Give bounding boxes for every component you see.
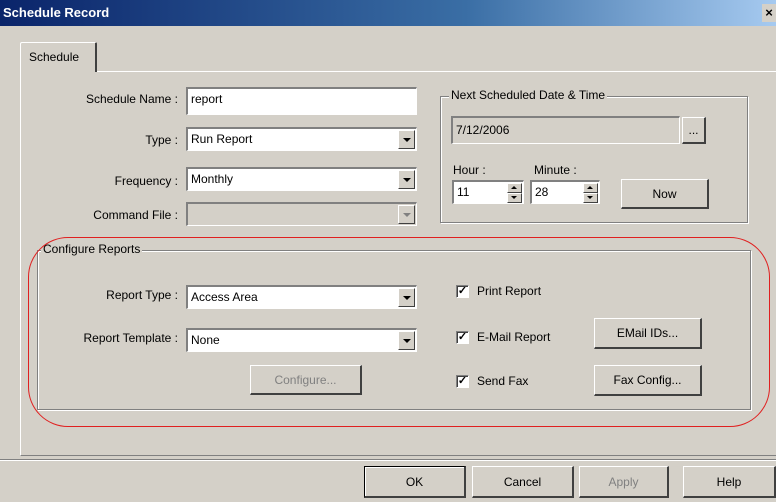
configure-button: Configure... xyxy=(250,365,362,395)
email-ids-button[interactable]: EMail IDs... xyxy=(594,318,702,349)
command-file-dropdown xyxy=(186,202,417,226)
type-dropdown[interactable]: Run Report xyxy=(186,127,417,151)
command-file-label: Command File : xyxy=(93,208,178,222)
date-picker-button[interactable]: ... xyxy=(682,117,706,144)
window-title: Schedule Record xyxy=(3,5,110,20)
hour-spinner[interactable] xyxy=(507,183,522,203)
report-type-value: Access Area xyxy=(191,290,258,304)
report-template-label: Report Template : xyxy=(83,331,179,345)
chevron-down-icon[interactable] xyxy=(398,288,415,307)
minute-stepper[interactable]: 28 xyxy=(530,180,600,204)
apply-button: Apply xyxy=(579,466,669,498)
next-date-field: 7/12/2006 xyxy=(451,116,680,144)
print-report-checkbox[interactable]: ✓ Print Report xyxy=(456,284,541,298)
title-bar: Schedule Record × xyxy=(0,0,776,26)
hour-stepper[interactable]: 11 xyxy=(452,180,524,204)
schedule-name-input[interactable]: report xyxy=(186,87,417,115)
chevron-down-icon[interactable] xyxy=(398,170,415,189)
schedule-name-label: Schedule Name : xyxy=(85,92,178,106)
chevron-down-icon xyxy=(398,205,415,224)
frequency-value: Monthly xyxy=(191,172,234,186)
hour-value: 11 xyxy=(457,185,470,199)
report-template-value: None xyxy=(191,333,220,347)
configure-reports-group-label: Configure Reports xyxy=(41,242,143,256)
send-fax-check-icon[interactable]: ✓ xyxy=(456,374,469,388)
report-type-dropdown[interactable]: Access Area xyxy=(186,285,417,309)
hour-label: Hour : xyxy=(453,163,486,177)
minute-spinner[interactable] xyxy=(583,183,598,203)
now-button[interactable]: Now xyxy=(621,179,709,209)
report-type-label: Report Type : xyxy=(106,288,178,302)
chevron-down-icon[interactable] xyxy=(398,130,415,149)
ok-button[interactable]: OK xyxy=(364,466,466,498)
spin-down-icon[interactable] xyxy=(507,193,522,203)
email-report-label: E-Mail Report xyxy=(477,330,551,344)
footer-separator xyxy=(0,459,776,461)
minute-label: Minute : xyxy=(534,163,577,177)
help-button[interactable]: Help xyxy=(683,466,776,498)
spin-up-icon[interactable] xyxy=(583,183,598,193)
spin-down-icon[interactable] xyxy=(583,193,598,203)
cancel-button[interactable]: Cancel xyxy=(472,466,574,498)
spin-up-icon[interactable] xyxy=(507,183,522,193)
tab-schedule[interactable]: Schedule xyxy=(20,42,97,72)
print-report-check-icon[interactable]: ✓ xyxy=(456,284,469,298)
print-report-label: Print Report xyxy=(477,284,542,298)
email-report-check-icon[interactable]: ✓ xyxy=(456,330,469,344)
chevron-down-icon[interactable] xyxy=(398,331,415,350)
next-scheduled-group-label: Next Scheduled Date & Time xyxy=(449,88,608,102)
minute-value: 28 xyxy=(535,185,549,199)
type-label: Type : xyxy=(145,133,178,147)
close-icon[interactable]: × xyxy=(762,4,776,22)
frequency-dropdown[interactable]: Monthly xyxy=(186,167,417,191)
fax-config-button[interactable]: Fax Config... xyxy=(594,365,702,396)
send-fax-checkbox[interactable]: ✓ Send Fax xyxy=(456,374,528,388)
send-fax-label: Send Fax xyxy=(477,374,529,388)
type-value: Run Report xyxy=(191,132,253,146)
report-template-dropdown[interactable]: None xyxy=(186,328,417,352)
frequency-label: Frequency : xyxy=(114,174,178,188)
email-report-checkbox[interactable]: ✓ E-Mail Report xyxy=(456,330,550,344)
tab-schedule-label: Schedule xyxy=(29,50,80,64)
